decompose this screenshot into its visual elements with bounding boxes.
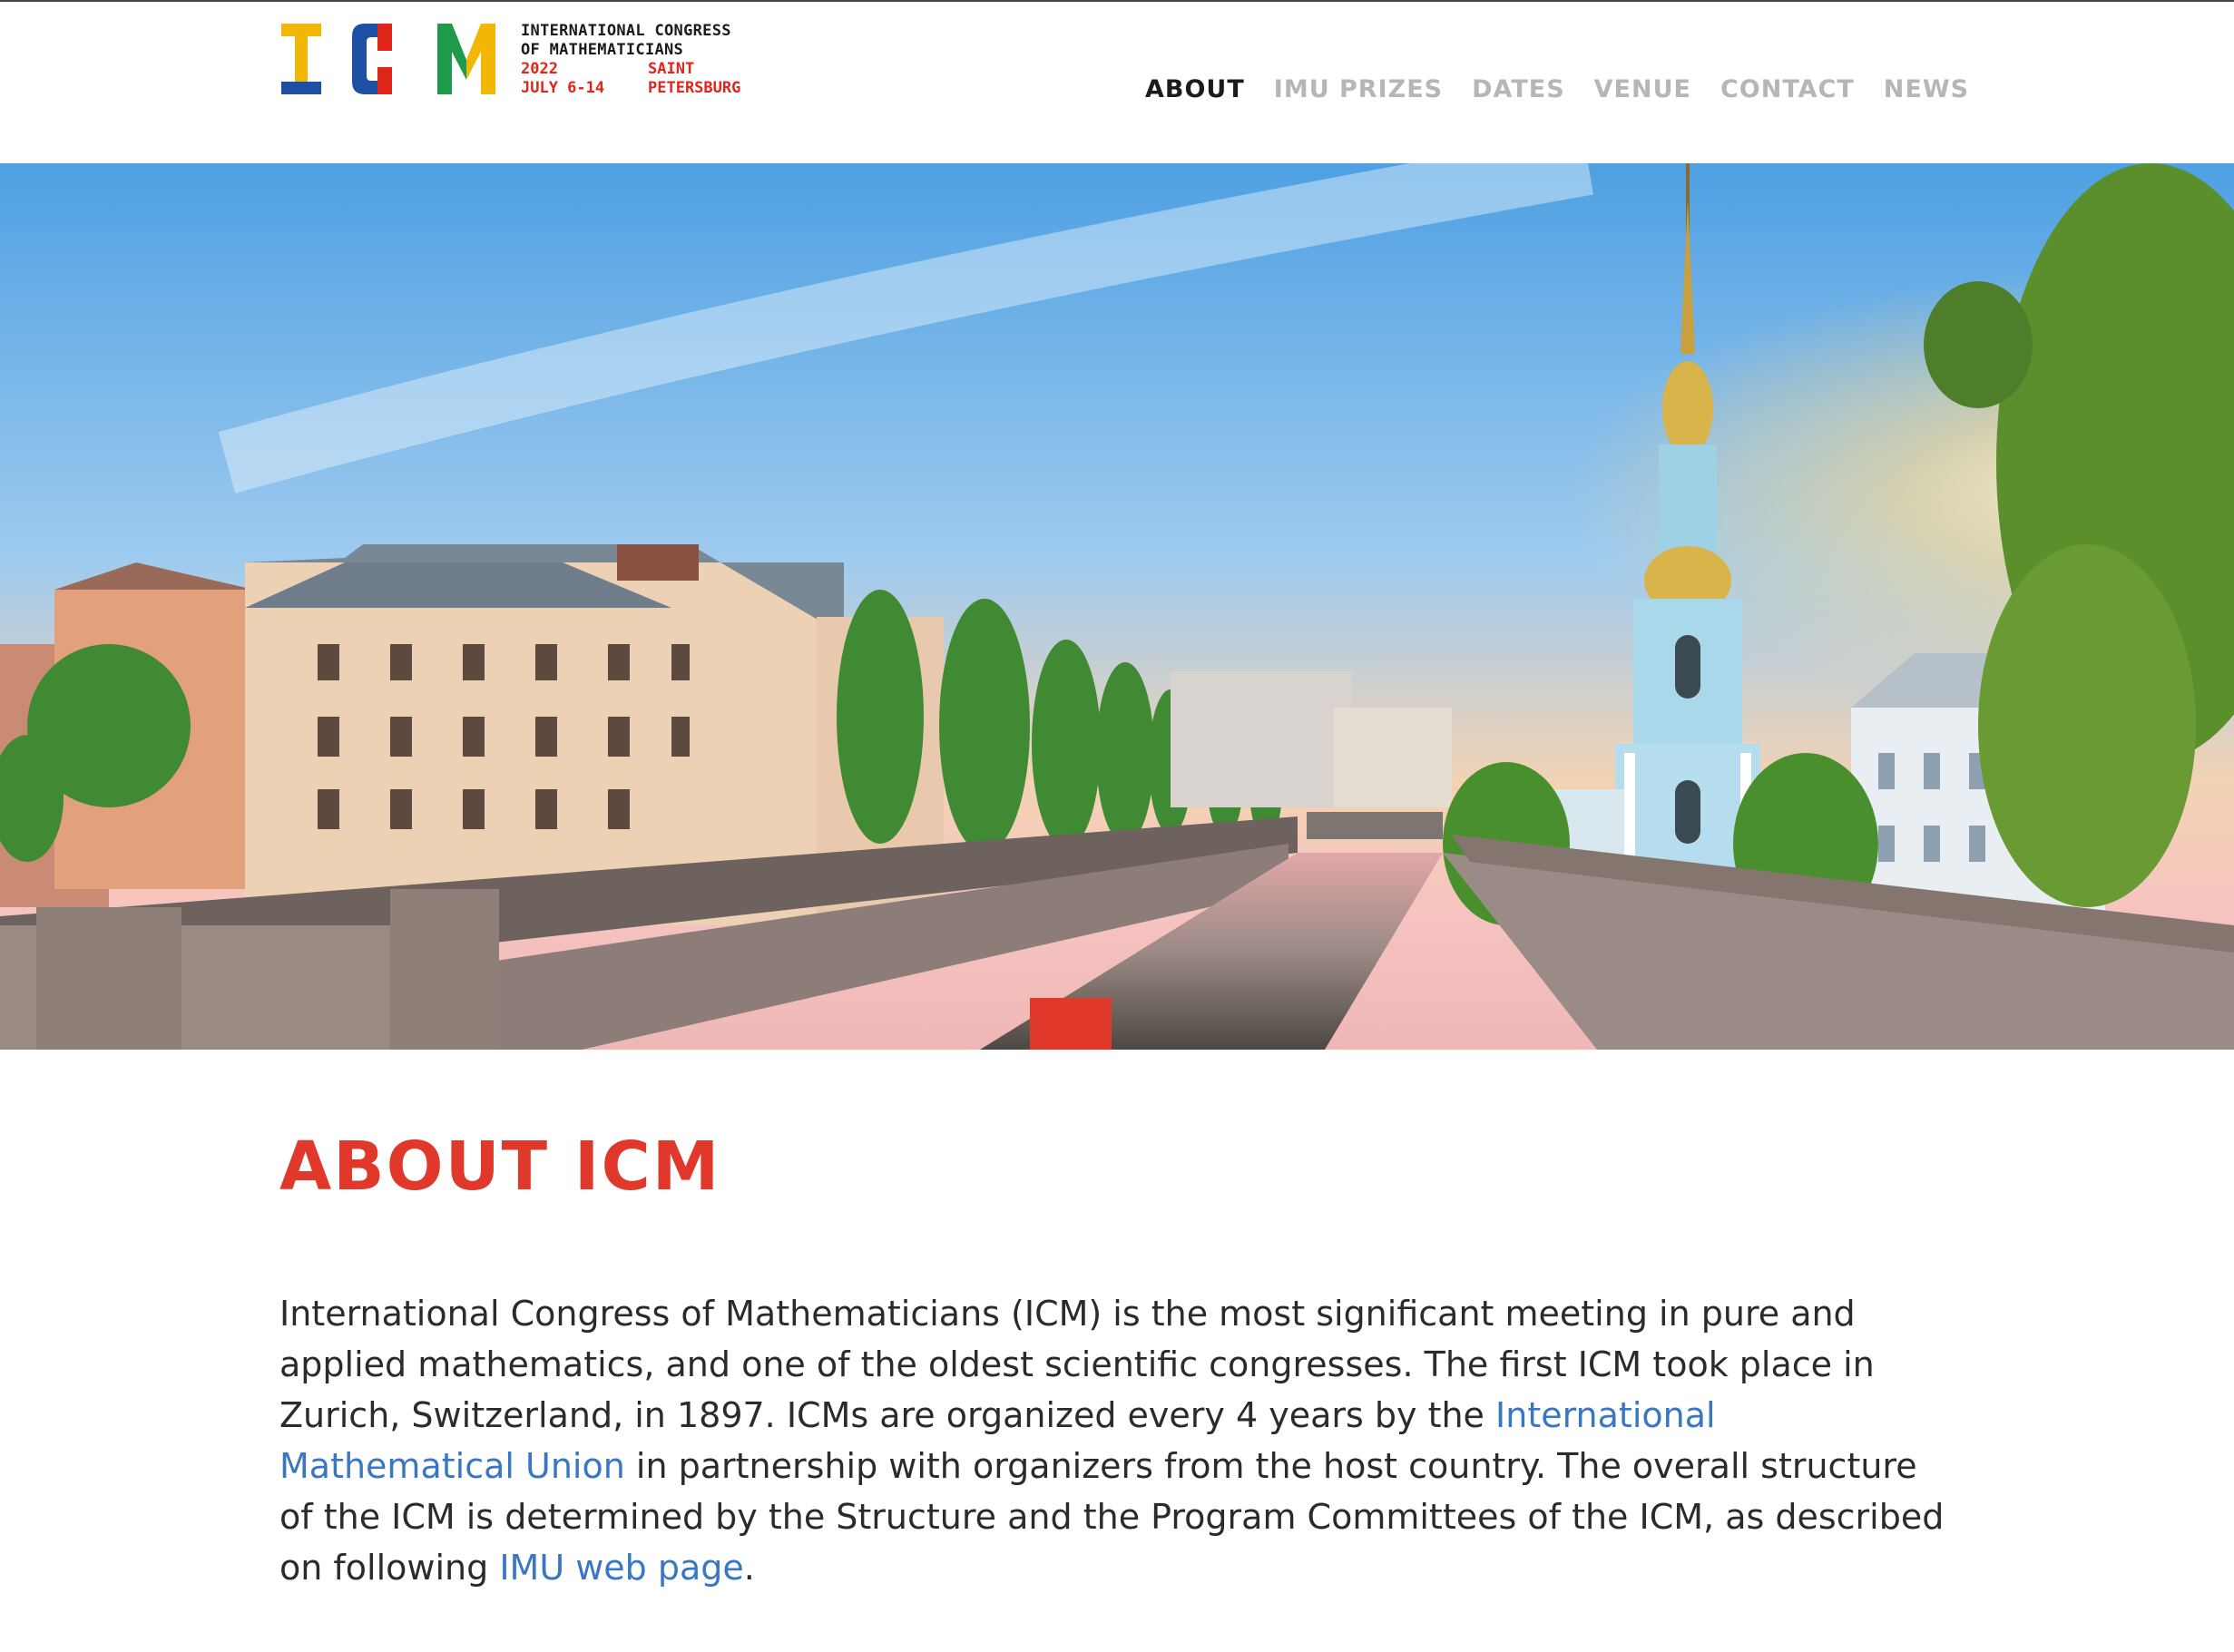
- nav-venue[interactable]: VENUE: [1594, 74, 1691, 105]
- logo-city-2: PETERSBURG: [648, 79, 741, 97]
- logo-dates: JULY 6-14: [521, 79, 605, 97]
- icm-logo-mark: [281, 24, 495, 94]
- logo-letter-i: [281, 24, 321, 94]
- link-imu-web-page[interactable]: IMU web page: [499, 1548, 743, 1588]
- logo-letter-c: [352, 24, 392, 94]
- nav-about[interactable]: ABOUT: [1145, 74, 1245, 105]
- logo-line-2: OF MATHEMATICIANS: [521, 41, 684, 59]
- nav-dates[interactable]: DATES: [1472, 74, 1565, 105]
- page-title: ABOUT ICM: [279, 1128, 721, 1206]
- about-paragraph: International Congress of Mathematicians…: [279, 1288, 1958, 1593]
- about-section: ABOUT ICM International Congress of Math…: [279, 1125, 1967, 1593]
- logo-text: INTERNATIONAL CONGRESS OF MATHEMATICIANS…: [521, 22, 793, 98]
- logo-line-1: INTERNATIONAL CONGRESS: [521, 22, 731, 40]
- about-text-3: .: [743, 1548, 755, 1588]
- hero-image: [0, 163, 2234, 1050]
- nav-contact[interactable]: CONTACT: [1720, 74, 1855, 105]
- logo-city-1: SAINT: [648, 60, 695, 78]
- site-header: INTERNATIONAL CONGRESS OF MATHEMATICIANS…: [0, 2, 2234, 163]
- main-nav: ABOUT IMU PRIZES DATES VENUE CONTACT NEW…: [1145, 74, 1998, 105]
- nav-imu-prizes[interactable]: IMU PRIZES: [1274, 74, 1443, 105]
- nav-news[interactable]: NEWS: [1884, 74, 1969, 105]
- logo-letter-m: [437, 24, 495, 94]
- hero-cityscape: [0, 163, 2234, 1050]
- logo-year: 2022: [521, 60, 558, 78]
